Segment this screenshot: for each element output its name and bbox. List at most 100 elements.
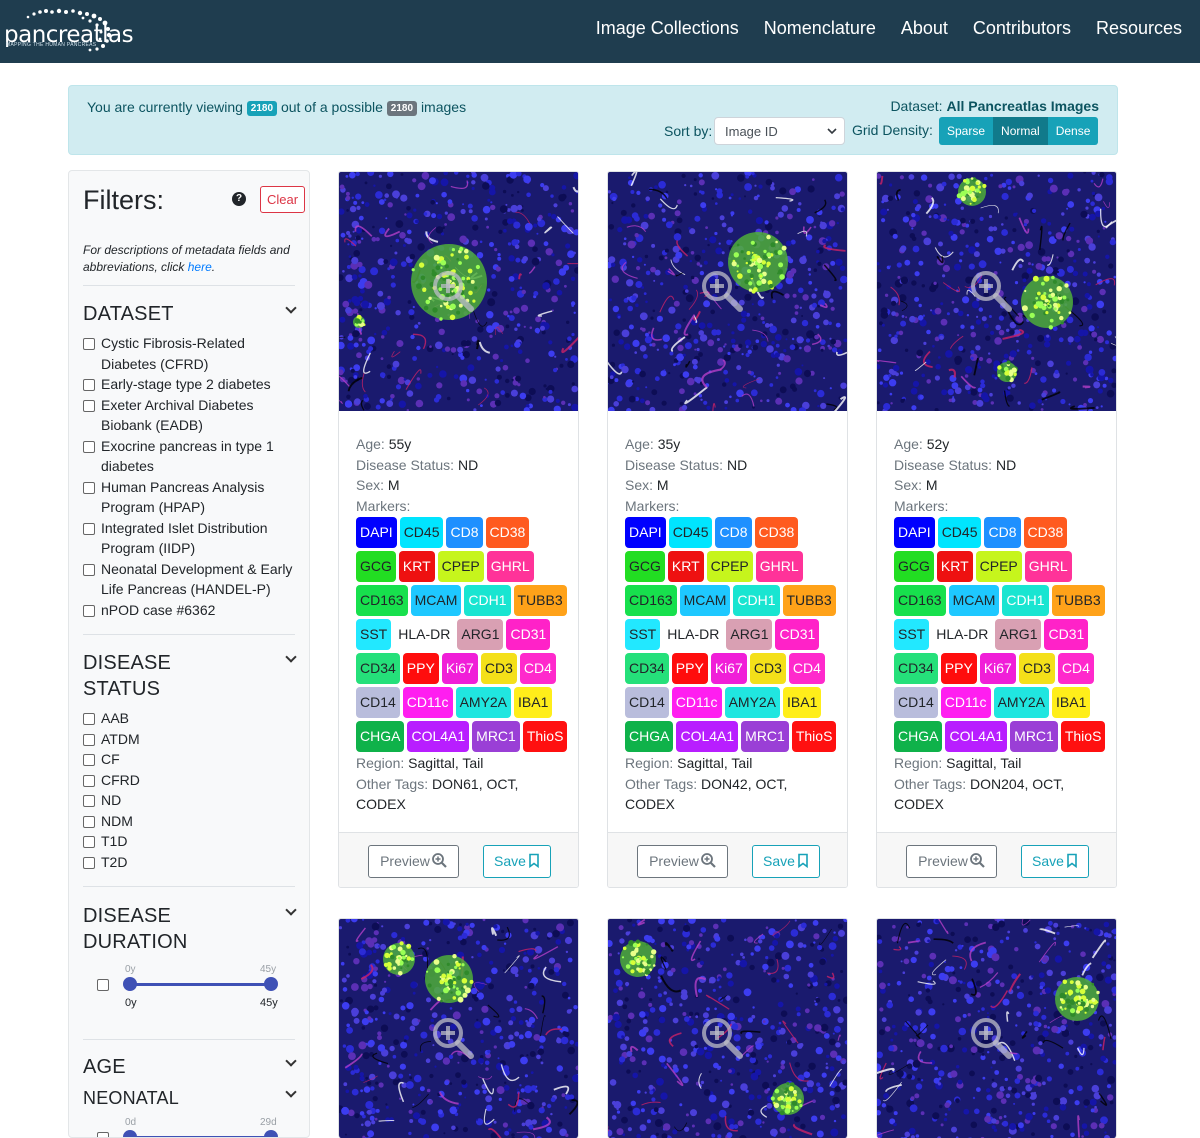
checkbox[interactable] xyxy=(83,399,95,412)
zoom-in-icon[interactable] xyxy=(969,1016,1013,1060)
checkbox[interactable] xyxy=(83,815,95,828)
meta-label: Sex: xyxy=(356,477,385,493)
preview-button[interactable]: Preview xyxy=(368,845,459,878)
image-card xyxy=(876,918,1117,1138)
preview-button[interactable]: Preview xyxy=(637,845,728,878)
meta-value: M xyxy=(387,477,400,493)
density-sparse-button[interactable]: Sparse xyxy=(939,117,994,145)
checkbox[interactable] xyxy=(83,481,95,494)
checkbox[interactable] xyxy=(83,754,95,766)
zoom-in-icon[interactable] xyxy=(431,269,475,313)
checkbox[interactable] xyxy=(83,563,95,576)
marker-row: CD14 CD11c AMY2A IBA1 xyxy=(356,687,571,718)
marker-chip: CD3 xyxy=(749,653,786,684)
age-section-title[interactable]: AGE xyxy=(83,1054,126,1080)
other-tags-row: Other Tags: DON42, OCT, CODEX xyxy=(625,774,835,815)
status-option[interactable]: NDM xyxy=(83,811,295,832)
nav-about[interactable]: About xyxy=(901,18,948,39)
checkbox[interactable] xyxy=(83,604,95,617)
meta-value: ND xyxy=(457,456,479,473)
dataset-option[interactable]: Integrated Islet Distribution Program (I… xyxy=(83,518,295,559)
dataset-option[interactable]: Exocrine pancreas in type 1 diabetes xyxy=(83,436,295,477)
preview-button[interactable]: Preview xyxy=(906,845,997,878)
save-button[interactable]: Save xyxy=(1021,845,1089,878)
help-icon[interactable]: ? xyxy=(232,192,246,206)
checkbox[interactable] xyxy=(83,440,95,453)
neonatal-subsection-title[interactable]: NEONATAL xyxy=(83,1085,179,1111)
status-option[interactable]: ATDM xyxy=(83,729,295,750)
dataset-option[interactable]: nPOD case #6362 xyxy=(83,600,295,621)
marker-chip: CD8 xyxy=(984,517,1021,548)
chevron-down-icon[interactable] xyxy=(285,1086,297,1098)
save-button[interactable]: Save xyxy=(483,845,551,878)
chevron-down-icon[interactable] xyxy=(285,1055,297,1067)
chevron-down-icon[interactable] xyxy=(285,651,297,663)
status-option[interactable]: T1D xyxy=(83,831,295,852)
disease-status-section-title[interactable]: DISEASE STATUS xyxy=(83,650,171,702)
card-metadata: Age: 55y Disease Status: ND Sex: M Markers: xyxy=(356,434,566,516)
chevron-down-icon[interactable] xyxy=(285,302,297,314)
slider-min-handle[interactable] xyxy=(123,977,137,991)
dataset-option[interactable]: Early-stage type 2 diabetes xyxy=(83,374,295,395)
nav-nomenclature[interactable]: Nomenclature xyxy=(764,18,876,39)
marker-chip: CD38 xyxy=(754,517,799,548)
density-normal-button[interactable]: Normal xyxy=(993,117,1048,145)
checkbox[interactable] xyxy=(83,522,95,535)
nav-image-collections[interactable]: Image Collections xyxy=(596,18,739,39)
desc-link[interactable]: here xyxy=(188,260,212,274)
checkbox[interactable] xyxy=(83,774,95,787)
slider-max-handle[interactable] xyxy=(264,977,278,991)
sort-value: Image ID xyxy=(725,124,778,139)
marker-chip: COL4A1 xyxy=(676,721,739,752)
dataset-option[interactable]: Neonatal Development & Early Life Pancre… xyxy=(83,559,295,600)
checkbox[interactable] xyxy=(83,836,95,848)
checkbox[interactable] xyxy=(83,733,95,746)
region-row: Region: Sagittal, Tail xyxy=(625,753,835,774)
marker-chip: CD163 xyxy=(625,585,677,616)
zoom-in-icon[interactable] xyxy=(700,269,744,313)
disease-duration-section-title[interactable]: DISEASE DURATION xyxy=(83,903,188,955)
preview-label: Preview xyxy=(380,853,430,869)
duration-enable-checkbox[interactable] xyxy=(97,979,109,991)
status-option[interactable]: ND xyxy=(83,790,295,811)
density-dense-button[interactable]: Dense xyxy=(1047,117,1099,145)
dataset-label: Dataset: xyxy=(890,98,943,114)
zoom-in-icon[interactable] xyxy=(700,1016,744,1060)
dataset-option[interactable]: Cystic Fibrosis-Related Diabetes (CFRD) xyxy=(83,333,295,374)
slider-max-handle[interactable] xyxy=(264,1130,278,1137)
meta-label: Region: xyxy=(894,755,943,771)
status-option[interactable]: T2D xyxy=(83,852,295,873)
nav-contributors[interactable]: Contributors xyxy=(973,18,1071,39)
clear-filters-button[interactable]: Clear xyxy=(260,186,305,213)
meta-value: Sagittal, Tail xyxy=(946,755,1022,771)
checkbox[interactable] xyxy=(83,379,95,391)
status-option[interactable]: CF xyxy=(83,749,295,770)
status-option[interactable]: AAB xyxy=(83,708,295,729)
slider-track[interactable] xyxy=(130,983,273,986)
zoom-in-icon[interactable] xyxy=(969,269,1013,313)
dataset-option[interactable]: Human Pancreas Analysis Program (HPAP) xyxy=(83,477,295,518)
save-button[interactable]: Save xyxy=(752,845,820,878)
marker-chip: CD163 xyxy=(894,585,946,616)
checkbox[interactable] xyxy=(83,338,95,350)
nav-resources[interactable]: Resources xyxy=(1096,18,1182,39)
slider-min-handle[interactable] xyxy=(123,1130,137,1137)
slider-max-label: 45y xyxy=(260,964,277,975)
checkbox[interactable] xyxy=(83,856,95,869)
dataset-section-title[interactable]: DATASET xyxy=(83,301,174,327)
marker-chip: MRC1 xyxy=(472,721,520,752)
neonatal-enable-checkbox[interactable] xyxy=(97,1132,109,1137)
marker-chip: SST xyxy=(625,619,661,650)
pancreatlas-logo[interactable]: pancreatlas MAPPING THE HUMAN PANCREAS xyxy=(4,8,134,54)
option-label: ND xyxy=(101,792,122,808)
zoom-in-icon[interactable] xyxy=(431,1016,475,1060)
chevron-down-icon[interactable] xyxy=(285,904,297,916)
dataset-option[interactable]: Exeter Archival Diabetes Biobank (EADB) xyxy=(83,395,295,436)
status-option[interactable]: CFRD xyxy=(83,770,295,791)
slider-min-value: 0y xyxy=(125,997,137,1009)
sort-select[interactable]: Image ID xyxy=(714,117,845,145)
marker-chip: CD38 xyxy=(485,517,530,548)
checkbox[interactable] xyxy=(83,713,95,725)
checkbox[interactable] xyxy=(83,795,95,807)
marker-chip: GCG xyxy=(356,551,396,582)
